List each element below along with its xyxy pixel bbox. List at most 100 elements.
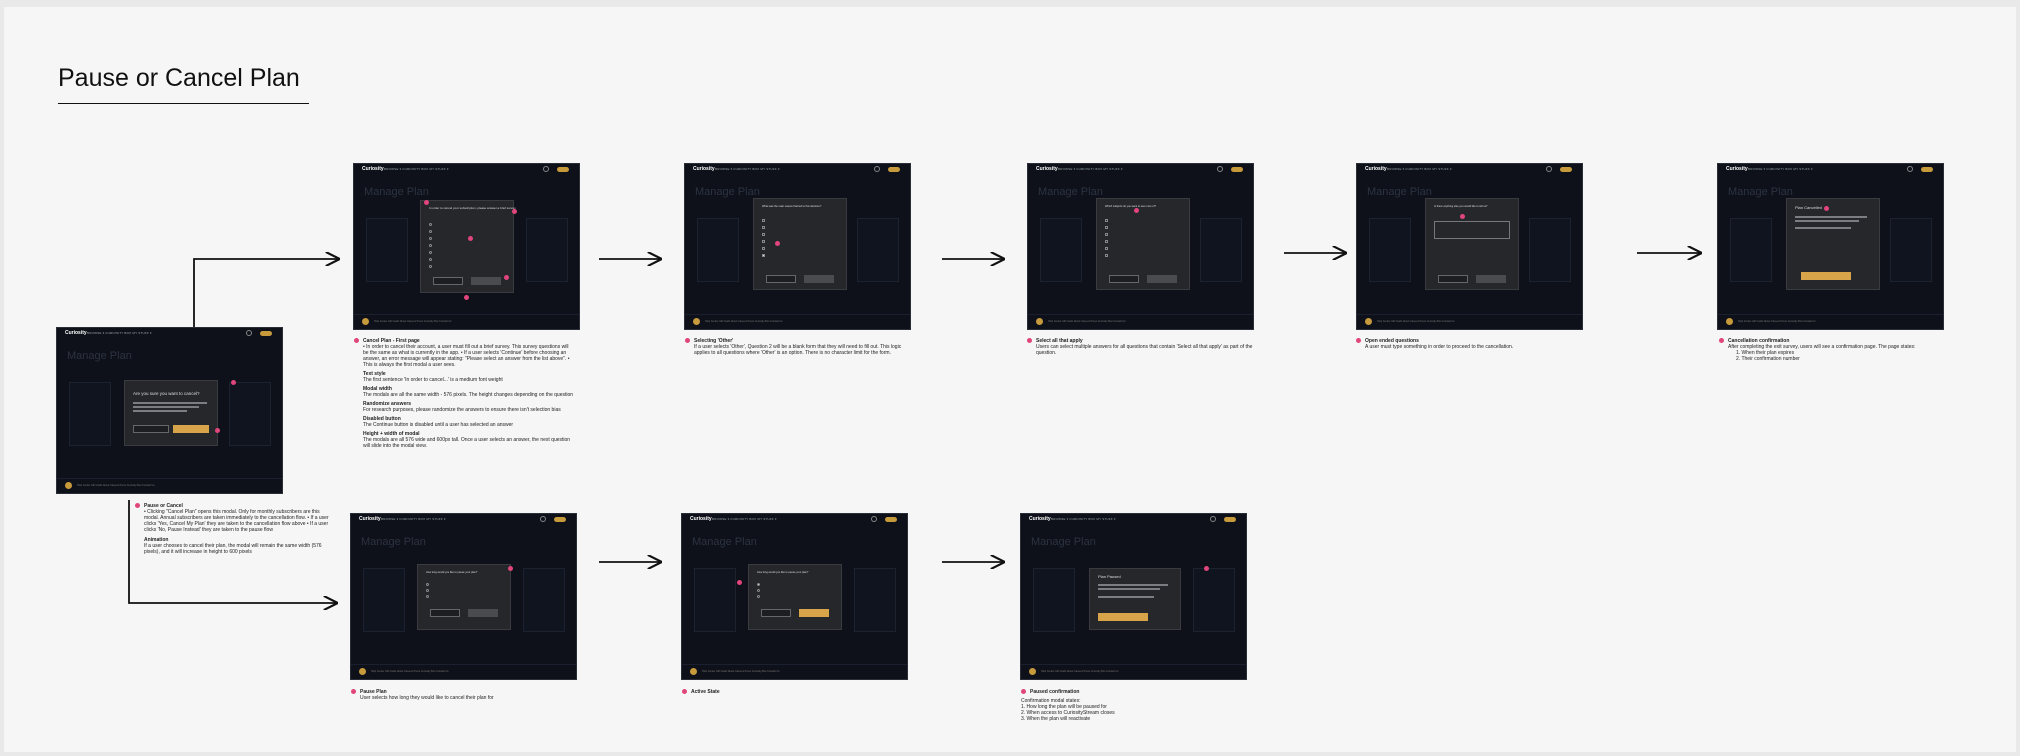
nav-links: BROWSE ▾ CURIOSITY BOX MY STUFF ▾ bbox=[1748, 167, 1813, 171]
back-button[interactable] bbox=[761, 609, 791, 617]
back-button[interactable] bbox=[433, 277, 463, 285]
footer-links: Help Center Gift Cards About Careers Pre… bbox=[1377, 320, 1455, 323]
checkbox-option[interactable] bbox=[1105, 247, 1108, 250]
checkbox-option[interactable] bbox=[762, 240, 765, 243]
annotation-dot bbox=[682, 689, 687, 694]
nav-links: BROWSE ▾ CURIOSITY BOX MY STUFF ▾ bbox=[1058, 167, 1123, 171]
annotation-pin bbox=[468, 236, 473, 241]
note-heading: Active State bbox=[691, 689, 720, 695]
cancel-plan-button[interactable] bbox=[133, 425, 169, 433]
note-select-all: Select all that apply Users can select m… bbox=[1027, 338, 1256, 356]
modal-text-line bbox=[133, 402, 207, 404]
confirmation-modal: Plan Paused bbox=[1089, 568, 1181, 630]
arrow-to-cancel-flow bbox=[193, 259, 338, 327]
annotation-pin bbox=[508, 566, 513, 571]
note-body: Users can select multiple answers for al… bbox=[1036, 344, 1253, 356]
continue-button[interactable] bbox=[468, 609, 498, 617]
continue-button-active[interactable] bbox=[799, 609, 829, 617]
plan-card bbox=[697, 218, 739, 282]
checkbox-option[interactable] bbox=[762, 247, 765, 250]
radio-option[interactable] bbox=[426, 595, 429, 598]
radio-option[interactable] bbox=[429, 265, 432, 268]
note-body: A user must type something in order to p… bbox=[1365, 344, 1514, 350]
radio-option-selected[interactable] bbox=[757, 583, 760, 586]
manage-plan-title: Manage Plan bbox=[67, 350, 132, 362]
checkbox-option[interactable] bbox=[762, 226, 765, 229]
nav-links: BROWSE ▾ CURIOSITY BOX MY STUFF ▾ bbox=[87, 331, 152, 335]
return-to-account-button[interactable] bbox=[1098, 613, 1148, 621]
app-footer: Help Center Gift Cards About Careers Pre… bbox=[1718, 314, 1943, 329]
back-button[interactable] bbox=[766, 275, 796, 283]
search-icon bbox=[543, 166, 549, 172]
checkbox-option[interactable] bbox=[762, 233, 765, 236]
account-badge bbox=[554, 517, 566, 522]
back-button[interactable] bbox=[1109, 275, 1139, 283]
footer-logo-icon bbox=[690, 668, 697, 675]
modal-question: Is there anything else you would like to… bbox=[1434, 205, 1488, 208]
annotation-pin bbox=[1134, 208, 1139, 213]
manage-plan-title: Manage Plan bbox=[1728, 186, 1793, 198]
footer-links: Help Center Gift Cards About Careers Pre… bbox=[374, 320, 452, 323]
radio-option[interactable] bbox=[429, 258, 432, 261]
plan-card bbox=[526, 218, 568, 282]
continue-button[interactable] bbox=[1476, 275, 1506, 283]
annotation-pin bbox=[464, 295, 469, 300]
checkbox-option[interactable] bbox=[762, 219, 765, 222]
app-nav: Curiosity BROWSE ▾ CURIOSITY BOX MY STUF… bbox=[685, 164, 910, 175]
plan-card bbox=[366, 218, 408, 282]
radio-option[interactable] bbox=[757, 595, 760, 598]
note-list-item: 2. Their confirmation number bbox=[1736, 356, 1800, 362]
plan-card bbox=[1890, 218, 1932, 282]
annotation-dot bbox=[685, 338, 690, 343]
survey-modal: What was the main reason that led to thi… bbox=[753, 198, 847, 290]
continue-button-disabled[interactable] bbox=[471, 277, 501, 285]
note-body: The modals are all the same width - 576 … bbox=[363, 392, 574, 398]
radio-option[interactable] bbox=[429, 244, 432, 247]
radio-option[interactable] bbox=[429, 223, 432, 226]
annotation-pin bbox=[1824, 206, 1829, 211]
plan-card bbox=[1033, 568, 1075, 632]
checkbox-option[interactable] bbox=[1105, 254, 1108, 257]
radio-option[interactable] bbox=[429, 237, 432, 240]
modal-question: What was the main reason that led to thi… bbox=[762, 205, 822, 208]
checkbox-option-other[interactable] bbox=[762, 254, 765, 257]
account-badge bbox=[885, 517, 897, 522]
annotation-dot bbox=[1356, 338, 1361, 343]
plan-card bbox=[229, 382, 271, 446]
annotation-pin bbox=[504, 275, 509, 280]
manage-plan-title: Manage Plan bbox=[692, 536, 757, 548]
checkbox-option[interactable] bbox=[1105, 240, 1108, 243]
return-to-account-button[interactable] bbox=[1801, 272, 1851, 280]
modal-text-line bbox=[1098, 588, 1160, 590]
flow-arrows bbox=[128, 0, 2020, 756]
radio-option[interactable] bbox=[426, 583, 429, 586]
app-logo: Curiosity bbox=[362, 166, 384, 172]
screen-selecting-other: Curiosity BROWSE ▾ CURIOSITY BOX MY STUF… bbox=[685, 164, 910, 329]
survey-modal: Which subjects do you want to see more o… bbox=[1096, 198, 1190, 290]
checkbox-option[interactable] bbox=[1105, 233, 1108, 236]
app-nav: Curiosity BROWSE ▾ CURIOSITY BOX MY STUF… bbox=[1718, 164, 1943, 175]
plan-card bbox=[523, 568, 565, 632]
manage-plan-title: Manage Plan bbox=[361, 536, 426, 548]
pause-instead-button[interactable] bbox=[173, 425, 209, 433]
footer-links: Help Center Gift Cards About Careers Pre… bbox=[371, 670, 449, 673]
radio-option[interactable] bbox=[426, 589, 429, 592]
back-button[interactable] bbox=[430, 609, 460, 617]
continue-button[interactable] bbox=[804, 275, 834, 283]
search-icon bbox=[540, 516, 546, 522]
account-badge bbox=[1560, 167, 1572, 172]
open-ended-textarea[interactable] bbox=[1434, 221, 1510, 239]
radio-option[interactable] bbox=[429, 230, 432, 233]
manage-plan-title: Manage Plan bbox=[1367, 186, 1432, 198]
search-icon bbox=[874, 166, 880, 172]
app-logo: Curiosity bbox=[1365, 166, 1387, 172]
nav-links: BROWSE ▾ CURIOSITY BOX MY STUFF ▾ bbox=[1387, 167, 1452, 171]
checkbox-option[interactable] bbox=[1105, 226, 1108, 229]
confirmation-modal: Plan Cancelled bbox=[1786, 198, 1880, 290]
checkbox-option[interactable] bbox=[1105, 219, 1108, 222]
manage-plan-title: Manage Plan bbox=[695, 186, 760, 198]
radio-option[interactable] bbox=[757, 589, 760, 592]
continue-button[interactable] bbox=[1147, 275, 1177, 283]
back-button[interactable] bbox=[1438, 275, 1468, 283]
radio-option[interactable] bbox=[429, 251, 432, 254]
